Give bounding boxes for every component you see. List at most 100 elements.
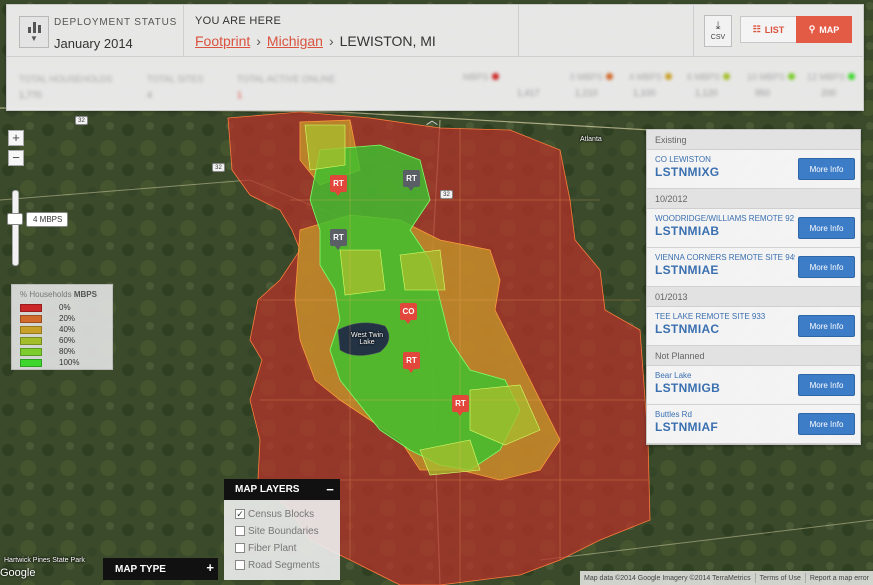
site-row[interactable]: TEE LAKE REMOTE SITE 933 LSTNMIAC More I… bbox=[647, 307, 860, 346]
breadcrumb-separator-icon: › bbox=[256, 33, 261, 49]
speed-slider-handle[interactable] bbox=[7, 213, 23, 225]
stat-value: 1,100 bbox=[633, 88, 656, 98]
map-marker-rt[interactable]: RT bbox=[403, 352, 420, 373]
site-name[interactable]: Bear Lake bbox=[655, 371, 795, 380]
collapse-header-chevron-up-icon[interactable]: ︿ bbox=[426, 111, 438, 128]
deployment-status-label: DEPLOYMENT STATUS bbox=[54, 17, 178, 28]
map-label-hartwick-pines: Hartwick Pines State Park bbox=[4, 557, 85, 564]
bar-chart-icon bbox=[27, 21, 41, 33]
more-info-button[interactable]: More Info bbox=[798, 374, 855, 396]
legend-item: 60% bbox=[20, 336, 75, 345]
site-code[interactable]: LSTNMIAF bbox=[655, 420, 718, 434]
map-type-toggle[interactable]: MAP TYPE + bbox=[103, 558, 218, 580]
breadcrumb-footprint[interactable]: Footprint bbox=[195, 33, 250, 49]
checkbox-icon[interactable] bbox=[235, 543, 245, 553]
layer-label: Road Segments bbox=[248, 559, 320, 571]
site-code[interactable]: LSTNMIAB bbox=[655, 224, 719, 238]
speed-tier-label: 12 MBPS bbox=[807, 72, 856, 82]
csv-download-button[interactable]: ⤓ CSV bbox=[704, 15, 732, 47]
map-layers-header[interactable]: MAP LAYERS − bbox=[224, 479, 340, 500]
map-data-credit: Map data ©2014 Google Imagery ©2014 Terr… bbox=[584, 574, 751, 582]
map-marker-rt[interactable]: RT bbox=[403, 170, 420, 191]
collapse-minus-icon[interactable]: − bbox=[320, 479, 340, 500]
map-legend: % Households MBPS 0% 20% 40% 60% 80% 100… bbox=[11, 284, 113, 370]
site-code[interactable]: LSTNMIAE bbox=[655, 263, 719, 277]
stat-value: 1,120 bbox=[695, 88, 718, 98]
more-info-button[interactable]: More Info bbox=[798, 158, 855, 180]
more-info-button[interactable]: More Info bbox=[798, 315, 855, 337]
speed-slider-track[interactable] bbox=[12, 190, 19, 266]
map-layers-title: MAP LAYERS bbox=[235, 484, 300, 495]
map-pin-icon: ⚲ bbox=[808, 24, 816, 34]
map-attribution: Map data ©2014 Google Imagery ©2014 Terr… bbox=[580, 571, 873, 585]
terms-link[interactable]: Terms of Use bbox=[756, 575, 805, 582]
map-marker-co[interactable]: CO bbox=[400, 303, 417, 324]
route-shield: 32 bbox=[212, 163, 225, 172]
sites-panel[interactable]: Existing CO LEWISTON LSTNMIXG More Info … bbox=[646, 129, 861, 445]
site-group-header: Not Planned bbox=[647, 346, 860, 366]
site-row[interactable]: Bear Lake LSTNMIGB More Info bbox=[647, 366, 860, 405]
header-top-row: ▼ DEPLOYMENT STATUS January 2014 YOU ARE… bbox=[7, 5, 863, 57]
divider bbox=[183, 5, 184, 57]
speed-tier-text: 0 MBPS bbox=[570, 72, 604, 82]
speed-tier-label: 10 MBPS bbox=[747, 72, 796, 82]
zoom-in-button[interactable]: + bbox=[8, 130, 24, 146]
stat-label: TOTAL SITES bbox=[147, 74, 204, 84]
checkbox-checked-icon[interactable]: ✓ bbox=[235, 509, 245, 519]
checkbox-icon[interactable] bbox=[235, 560, 245, 570]
layer-toggle-road-segments[interactable]: Road Segments bbox=[235, 558, 320, 572]
site-row[interactable]: Buttles Rd LSTNMIAF More Info bbox=[647, 405, 860, 444]
site-row[interactable]: WOODRIDGE/WILLIAMS REMOTE 92 LSTNMIAB Mo… bbox=[647, 209, 860, 248]
legend-title-unit: MBPS bbox=[73, 290, 97, 299]
expand-plus-icon[interactable]: + bbox=[206, 560, 214, 575]
csv-button-label: CSV bbox=[710, 34, 726, 41]
layer-label: Census Blocks bbox=[248, 508, 315, 520]
map-marker-rt[interactable]: RT bbox=[330, 229, 347, 250]
site-group-header: 10/2012 bbox=[647, 189, 860, 209]
route-shield: 32 bbox=[75, 116, 88, 125]
map-marker-rt[interactable]: RT bbox=[330, 175, 347, 196]
site-name[interactable]: CO LEWISTON bbox=[655, 155, 795, 164]
layer-toggle-site-boundaries[interactable]: Site Boundaries bbox=[235, 524, 319, 538]
legend-label: 0% bbox=[59, 303, 71, 312]
google-logo[interactable]: Google bbox=[0, 567, 35, 579]
breadcrumb-michigan[interactable]: Michigan bbox=[267, 33, 323, 49]
layer-toggle-census-blocks[interactable]: ✓ Census Blocks bbox=[235, 507, 314, 521]
list-view-button[interactable]: ☷ LIST bbox=[740, 16, 797, 43]
site-name[interactable]: Buttles Rd bbox=[655, 410, 795, 419]
map-view-button[interactable]: ⚲ MAP bbox=[796, 16, 852, 43]
site-name[interactable]: VIENNA CORNERS REMOTE SITE 949 bbox=[655, 253, 795, 262]
stat-value: 1,417 bbox=[517, 88, 540, 98]
map-marker-rt[interactable]: RT bbox=[452, 395, 469, 416]
site-name[interactable]: TEE LAKE REMOTE SITE 933 bbox=[655, 312, 795, 321]
more-info-button[interactable]: More Info bbox=[798, 413, 855, 435]
legend-title-prefix: % Households bbox=[20, 290, 72, 299]
speed-tier-label: 0 MBPS bbox=[570, 72, 614, 82]
site-row[interactable]: VIENNA CORNERS REMOTE SITE 949 LSTNMIAE … bbox=[647, 248, 860, 287]
layer-label: Fiber Plant bbox=[248, 542, 297, 554]
stat-value: 950 bbox=[755, 88, 771, 98]
speed-tier-text: MBPS bbox=[463, 72, 489, 82]
more-info-button[interactable]: More Info bbox=[798, 256, 855, 278]
checkbox-icon[interactable] bbox=[235, 526, 245, 536]
breadcrumb-separator-icon: › bbox=[328, 33, 334, 49]
site-name[interactable]: WOODRIDGE/WILLIAMS REMOTE 92 bbox=[655, 214, 795, 223]
site-code[interactable]: LSTNMIGB bbox=[655, 381, 720, 395]
report-error-link[interactable]: Report a map error bbox=[806, 575, 873, 582]
status-dot-icon bbox=[848, 73, 856, 80]
layer-label: Site Boundaries bbox=[248, 525, 319, 537]
site-code[interactable]: LSTNMIXG bbox=[655, 165, 719, 179]
deployment-status-value: January 2014 bbox=[54, 36, 133, 51]
site-row[interactable]: CO LEWISTON LSTNMIXG More Info bbox=[647, 150, 860, 189]
legend-title: % Households MBPS bbox=[20, 290, 97, 299]
status-dot-icon bbox=[723, 73, 731, 80]
legend-swatch bbox=[20, 314, 42, 323]
more-info-button[interactable]: More Info bbox=[798, 217, 855, 239]
header-bar: ▼ DEPLOYMENT STATUS January 2014 YOU ARE… bbox=[6, 4, 864, 111]
site-group-header: Existing bbox=[647, 130, 860, 150]
summary-stats-row: TOTAL HOUSEHOLDS TOTAL SITES TOTAL ACTIV… bbox=[7, 58, 863, 110]
deployment-status-dropdown[interactable]: ▼ bbox=[19, 16, 49, 48]
layer-toggle-fiber-plant[interactable]: Fiber Plant bbox=[235, 541, 296, 555]
zoom-out-button[interactable]: − bbox=[8, 150, 24, 166]
site-code[interactable]: LSTNMIAC bbox=[655, 322, 719, 336]
